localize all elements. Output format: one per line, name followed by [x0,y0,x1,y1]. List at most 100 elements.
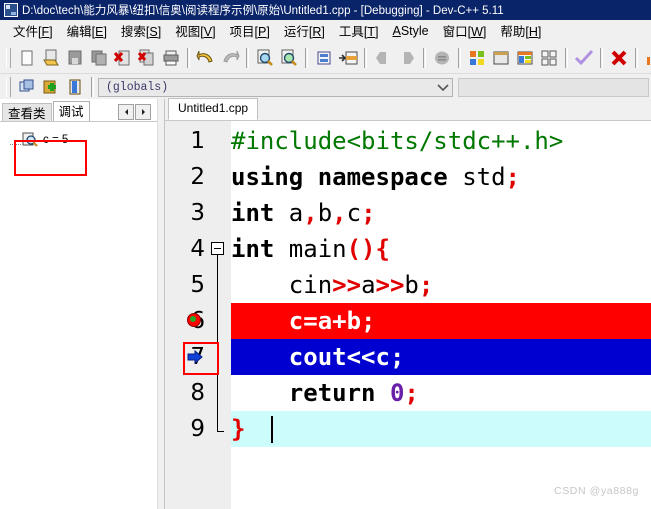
code-line[interactable]: cout<<c; [231,339,651,375]
menu-item-h[interactable]: 帮助[H] [493,19,548,42]
code-line[interactable]: int main(){ [231,231,651,267]
code-token: } [231,415,246,443]
chevron-down-icon[interactable] [434,79,452,96]
project-icon[interactable] [15,75,39,99]
code-token: c [346,199,362,227]
goto-function-icon[interactable] [336,46,360,70]
fold-collapse-icon[interactable] [211,242,224,255]
panel-splitter[interactable] [157,99,165,509]
code-token: int [231,199,275,227]
current-line-highlight-box [183,342,219,375]
menu-item-a[interactable]: AStyle [385,22,435,40]
line-number: 4 [190,236,205,262]
breakpoint-icon[interactable] [187,313,201,327]
left-panel-tab-0[interactable]: 查看类 [2,103,52,121]
code-token: 0 [389,379,405,407]
editor-body[interactable]: 123456789 #include<bits/stdc++.h>using n… [165,121,651,509]
stop-execution-icon[interactable] [607,46,631,70]
undo-icon[interactable] [194,46,218,70]
code-token: #include<bits/stdc++.h> [231,127,564,155]
back-icon[interactable] [371,46,395,70]
code-token: ; [505,163,520,191]
code-token: , [332,199,347,227]
toolbar-grip[interactable] [6,77,11,97]
toolbar-separator [458,47,461,68]
code-token: ; [418,271,434,299]
menu-item-p[interactable]: 项目[P] [223,19,277,42]
main-toolbar [0,42,651,74]
menu-item-f[interactable]: 文件[F] [6,19,60,42]
save-file-icon[interactable] [63,46,87,70]
menu-item-t[interactable]: 工具[T] [332,19,386,42]
window-title: D:\doc\tech\能力风暴\纽扣\信奥\阅读程序示例\原始\Untitle… [22,5,504,17]
editor-tab-0[interactable]: Untitled1.cpp [168,98,259,120]
scroll-right-icon[interactable] [135,104,151,120]
code-token: ; [404,379,419,407]
scope-combo-value: (globals) [106,80,169,94]
code-line[interactable]: int a,b,c; [231,195,651,231]
code-token: int [231,235,275,263]
menu-item-r[interactable]: 运行[R] [277,19,332,42]
code-token: (){ [346,235,390,263]
line-number: 2 [190,164,205,190]
add-item-icon[interactable] [39,75,63,99]
secondary-toolbar: (globals) [0,74,651,101]
compile-icon[interactable] [465,46,489,70]
redo-icon[interactable] [218,46,242,70]
goto-line-icon[interactable] [312,46,336,70]
find-icon[interactable] [253,46,277,70]
code-token: a [274,199,304,227]
forward-icon[interactable] [395,46,419,70]
code-line[interactable]: return 0; [231,375,651,411]
toolbar-grip[interactable] [6,47,11,68]
replace-icon[interactable] [277,46,301,70]
left-panel-tab-1[interactable]: 调试 [52,101,90,121]
menu-item-w[interactable]: 窗口[W] [436,19,494,42]
tab-scroll-buttons[interactable] [117,104,151,120]
secondary-combo[interactable] [458,77,649,97]
code-token: using namespace [231,163,448,191]
toolbar-separator [635,47,638,68]
code-token: a [361,271,376,299]
close-all-icon[interactable] [135,46,159,70]
close-file-icon[interactable] [111,46,135,70]
code-line[interactable]: cin>>a>>b; [231,267,651,303]
code-canvas[interactable]: #include<bits/stdc++.h> using namespace s… [231,121,651,509]
class-browser-icon[interactable] [63,75,87,99]
code-token: c=a+b; [231,307,376,335]
code-line[interactable]: #include<bits/stdc++.h> [231,123,651,159]
profile-icon[interactable] [642,46,651,70]
editor-gutter[interactable]: 123456789 [165,121,231,509]
code-line[interactable]: using namespace std; [231,159,651,195]
scope-combo[interactable]: (globals) [98,77,453,97]
run-icon[interactable] [489,46,513,70]
code-line[interactable]: } [231,411,651,447]
menu-item-s[interactable]: 搜索[S] [114,19,168,42]
scroll-left-icon[interactable] [118,104,134,120]
menu-item-v[interactable]: 视图[V] [168,19,222,42]
save-all-icon[interactable] [87,46,111,70]
title-bar: D:\doc\tech\能力风暴\纽扣\信奥\阅读程序示例\原始\Untitle… [0,0,651,20]
compile-run-icon[interactable] [513,46,537,70]
menu-item-e[interactable]: 编辑[E] [60,19,114,42]
code-token: , [303,199,318,227]
code-token: >> [332,271,362,299]
watch-highlight-box [14,140,87,176]
code-line[interactable]: c=a+b; [231,303,651,339]
devcpp-window: D:\doc\tech\能力风暴\纽扣\信奥\阅读程序示例\原始\Untitle… [0,0,651,509]
new-file-icon[interactable] [15,46,39,70]
line-number: 9 [190,416,205,442]
app-icon [4,3,18,17]
rebuild-icon[interactable] [537,46,561,70]
print-icon[interactable] [159,46,183,70]
editor-area: Untitled1.cpp 123456789 #include<bits/st… [165,98,651,509]
open-file-icon[interactable] [39,46,63,70]
debug-watch-list[interactable]: c = 5 [0,121,157,509]
check-syntax-icon[interactable] [572,46,596,70]
toolbar-separator [565,47,568,68]
code-token: std [447,163,506,191]
toggle-icon[interactable] [430,46,454,70]
code-token: >> [375,271,405,299]
line-number: 8 [190,380,205,406]
